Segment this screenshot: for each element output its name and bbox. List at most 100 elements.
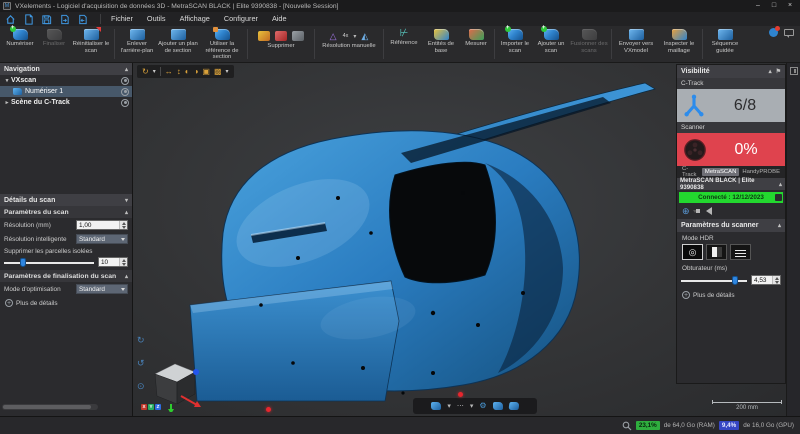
visibility-eye-icon[interactable] <box>121 76 129 85</box>
expander-icon[interactable]: ▾ <box>3 78 11 84</box>
collapse-icon[interactable]: ▾ <box>125 197 128 204</box>
chevron-down-icon[interactable]: ▾ <box>470 402 474 410</box>
pin-icon[interactable]: ⚑ <box>776 68 781 75</box>
mesh-edit-icon[interactable] <box>508 402 520 410</box>
chevron-down-icon[interactable]: ▾ <box>153 66 156 78</box>
entites-de-base-button[interactable]: Entités de base <box>422 27 460 61</box>
collapse-icon[interactable]: ▴ <box>778 222 781 229</box>
minimize-button[interactable]: – <box>751 1 765 11</box>
flip-horizontal-icon[interactable]: ↔ <box>165 66 173 78</box>
shutter-slider[interactable] <box>681 275 747 285</box>
scan-details-header[interactable]: Détails du scan ▾ <box>0 194 132 206</box>
enlever-arriere-plan-button[interactable]: Enlever l'arrière-plan <box>117 27 157 61</box>
display-settings-gear-icon[interactable]: ⚙ <box>479 399 486 413</box>
visibility-eye-icon[interactable] <box>121 98 129 107</box>
reference-button[interactable]: ⊬ Référence <box>386 27 422 61</box>
more-details-link[interactable]: + Plus de détails <box>0 296 132 310</box>
ajouter-plan-section-button[interactable]: Ajouter un plan de section <box>157 27 199 61</box>
sequence-guidee-button[interactable]: Séquence guidée <box>705 27 745 61</box>
hdr-mode-half-button[interactable] <box>706 244 727 260</box>
hdr-mode-multi-button[interactable] <box>730 244 751 260</box>
manual-resolution-icon[interactable]: ◭ <box>361 31 368 41</box>
close-button[interactable]: × <box>783 1 797 11</box>
tree-item-scene-ctrack[interactable]: ▸ Scène du C-Track <box>0 97 132 108</box>
scan-params-header[interactable]: Paramètres du scan ▴ <box>0 206 132 218</box>
horizontal-scrollbar[interactable] <box>2 404 98 410</box>
delete-targets-icon[interactable] <box>275 31 287 41</box>
importer-scan-button[interactable]: + Importer le scan <box>497 25 533 61</box>
chevron-down-icon[interactable]: ▾ <box>226 66 229 78</box>
collapse-icon[interactable]: ▴ <box>769 68 772 75</box>
view-right-icon[interactable]: ◑ <box>194 66 199 78</box>
smart-resolution-dropdown[interactable]: Standard <box>76 234 128 244</box>
import-session-icon[interactable] <box>58 14 71 25</box>
mesurer-button[interactable]: Mesurer <box>460 27 492 61</box>
device-header[interactable]: MetraSCAN BLACK | Elite 9390838 ▴ <box>677 177 785 191</box>
menu-affichage[interactable]: Affichage <box>173 12 217 26</box>
optimization-mode-dropdown[interactable]: Standard <box>76 284 128 294</box>
inspecter-maillage-button[interactable]: Inspecter le maillage <box>658 27 700 61</box>
tree-item-vxscan[interactable]: ▾ VXscan <box>0 75 132 86</box>
scanner-params-header[interactable]: Paramètres du scanner ▴ <box>677 219 785 232</box>
orbit-icon[interactable]: ↻ <box>137 335 145 346</box>
expander-icon[interactable]: ▸ <box>3 100 11 106</box>
ram-total-text: de 64,0 Go (RAM) <box>663 422 715 429</box>
connection-status-bar: Connecté : 12/12/2023 <box>679 192 783 203</box>
speaker-icon[interactable] <box>695 207 712 215</box>
surface-display-icon[interactable] <box>431 402 442 410</box>
notification-icon[interactable] <box>769 26 780 37</box>
scanner-more-details-link[interactable]: + Plus de détails <box>677 288 785 302</box>
slider-handle[interactable] <box>20 257 27 267</box>
resolution-spinner[interactable]: 1,00 <box>76 220 128 230</box>
rotate-ccw-icon[interactable]: ↺ <box>137 358 145 369</box>
collapse-icon[interactable]: ▴ <box>125 273 128 280</box>
numeriser-button[interactable]: + Numériser <box>2 25 38 61</box>
isolated-patches-slider[interactable] <box>4 257 94 267</box>
home-icon[interactable] <box>4 14 17 25</box>
navigation-header[interactable]: Navigation ▴ <box>0 63 132 75</box>
ajouter-scan-button[interactable]: + Ajouter un scan <box>533 25 569 61</box>
utiliser-reference-section-button[interactable]: Utiliser la référence de section <box>199 27 245 61</box>
delete-patches-icon[interactable] <box>258 31 270 41</box>
slider-handle[interactable] <box>732 275 739 285</box>
save-session-icon[interactable] <box>40 14 53 25</box>
visibility-panel: Visibilité ▴ ⚑ C-Track 6/8 Scanner 0% C-… <box>676 64 786 384</box>
resolution-4x-icon[interactable]: △ <box>330 31 337 41</box>
menu-fichier[interactable]: Fichier <box>104 12 140 26</box>
maximize-button[interactable]: □ <box>767 1 781 11</box>
delete-mesh-icon[interactable] <box>292 31 304 41</box>
menu-configurer[interactable]: Configurer <box>217 12 265 26</box>
rotate-view-icon[interactable]: ↻ <box>142 66 149 78</box>
shutter-spinner[interactable]: 4,53 <box>751 275 781 285</box>
more-options-icon[interactable]: ⋯ <box>457 402 464 410</box>
view-left-icon[interactable]: ◐ <box>185 66 190 78</box>
collapse-icon[interactable]: ▴ <box>125 66 128 73</box>
envoyer-vxmodel-button[interactable]: Envoyer vers VXmodel <box>614 27 658 61</box>
view-front-icon[interactable]: ▣ <box>202 66 210 78</box>
view-iso-icon[interactable]: ▩ <box>214 66 222 78</box>
hdr-mode-standard-button[interactable]: ◎ <box>682 244 703 260</box>
targets-display-icon[interactable]: ⊕ <box>682 206 690 217</box>
feedback-icon[interactable] <box>784 29 794 38</box>
finalize-params-header[interactable]: Paramètres de finalisation du scan ▴ <box>0 270 132 282</box>
mesh-view-icon[interactable] <box>492 402 503 410</box>
export-session-icon[interactable] <box>76 14 89 25</box>
menu-aide[interactable]: Aide <box>265 12 294 26</box>
isolated-patches-spinner[interactable]: 10 <box>98 257 128 267</box>
menu-outils[interactable]: Outils <box>140 12 173 26</box>
visibility-eye-icon[interactable] <box>121 87 129 96</box>
collapse-icon[interactable]: ▴ <box>779 181 782 188</box>
spin-icon[interactable]: ⊙ <box>137 381 145 392</box>
new-session-icon[interactable] <box>22 13 35 25</box>
reinitialiser-scan-button[interactable]: Réinitialiser le scan <box>70 27 112 61</box>
chevron-down-icon[interactable]: ▾ <box>353 33 356 40</box>
flip-vertical-icon[interactable]: ↕ <box>177 66 181 78</box>
chevron-down-icon[interactable]: ▾ <box>447 402 451 410</box>
tree-item-numeriser-1[interactable]: Numériser 1 <box>0 86 132 97</box>
tab-metrascan[interactable]: MetraSCAN <box>701 168 740 176</box>
collapsed-panel-icon[interactable] <box>789 67 798 75</box>
scanner-device-icon <box>684 138 706 161</box>
collapse-icon[interactable]: ▴ <box>125 209 128 216</box>
tab-handyprobe[interactable]: HandyPROBE <box>739 168 783 176</box>
connection-info-icon[interactable] <box>775 194 782 201</box>
